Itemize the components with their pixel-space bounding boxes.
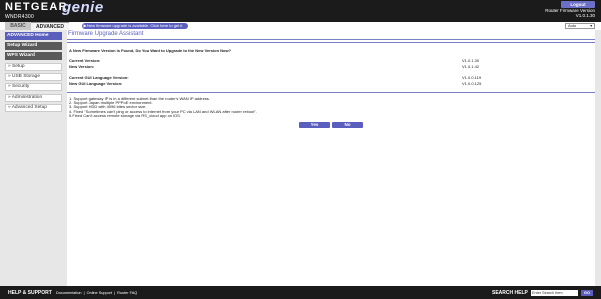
tab-basic[interactable]: BASIC [5,22,31,30]
help-support-title: HELP & SUPPORT [8,290,52,296]
tabs-row: BASIC ADVANCED ▶ New firmware upgrade is… [0,22,601,30]
current-version-label: Current Version: [69,58,101,63]
search-input[interactable]: Enter Search Item [531,290,578,296]
firmware-notice-text: New firmware upgrade is available. Click… [87,23,183,28]
firmware-version: V1.0.1.30 [575,13,595,18]
online-support-link[interactable]: Online Support [87,291,112,295]
release-notes: 1. Support gateway IP is in a different … [69,96,257,118]
netgear-logo: NETGEAR [5,1,68,13]
main-panel: Firmware Upgrade Assistant A New Firmwar… [67,30,595,286]
release-note: 5.Fixed Can't access remote storage via … [69,112,181,118]
footer-bar: HELP & SUPPORT Documentation | Online Su… [0,286,601,299]
language-value: Auto [568,23,577,28]
title-divider-2 [67,42,595,43]
link-separator: | [114,291,116,295]
new-gui-version-value: V1.0.0.125 [462,81,482,86]
go-button[interactable]: GO [581,290,593,296]
section-divider [67,92,595,93]
language-select[interactable]: Auto ▼ [565,23,595,29]
sidebar-item-advanced-setup[interactable]: » Advanced Setup [5,104,62,112]
sidebar-item-security[interactable]: » Security [5,83,62,91]
current-gui-version-value: V1.0.0.119 [462,75,482,80]
sidebar-item-administration[interactable]: » Administration [5,94,62,102]
title-divider [67,39,595,40]
page-title: Firmware Upgrade Assistant [68,31,144,37]
firmware-notice-link[interactable]: ▶ New firmware upgrade is available. Cli… [82,23,188,29]
sidebar: ADVANCED Home Setup Wizard WPS Wizard » … [0,30,66,286]
help-links: Documentation | Online Support | Router … [56,291,138,295]
sidebar-item-setup-wizard[interactable]: Setup Wizard [5,42,62,50]
link-separator: | [83,291,85,295]
sidebar-item-advanced-home[interactable]: ADVANCED Home [5,32,62,40]
logout-button[interactable]: Logout [561,1,595,8]
sidebar-item-usb-storage[interactable]: » USB Storage [5,73,62,81]
sidebar-item-setup[interactable]: » Setup [5,63,62,71]
genie-logo: genie [62,0,104,16]
tab-advanced[interactable]: ADVANCED [31,22,69,30]
current-gui-version-label: Current GUI Language Version: [69,75,129,80]
model-name: WNDR4300 [5,14,35,20]
router-faq-link[interactable]: Router FAQ [117,291,137,295]
play-arrow-icon: ▶ [83,23,87,28]
upgrade-question: A New Firmware Version is Found, Do You … [69,48,232,53]
new-version-value: V1.0.1.42 [462,64,480,69]
current-version-value: V1.0.1.30 [462,58,480,63]
new-version-label: New Version: [69,64,95,69]
search-help-label: SEARCH HELP [492,290,528,296]
chevron-down-icon: ▼ [589,24,593,28]
yes-button[interactable]: Yes [299,122,330,128]
no-button[interactable]: No [332,122,363,128]
header-bar: NETGEAR genie WNDR4300 Logout Router Fir… [0,0,601,22]
sidebar-item-wps-wizard[interactable]: WPS Wizard [5,52,62,60]
documentation-link[interactable]: Documentation [56,291,82,295]
new-gui-version-label: New GUI Language Version: [69,81,123,86]
